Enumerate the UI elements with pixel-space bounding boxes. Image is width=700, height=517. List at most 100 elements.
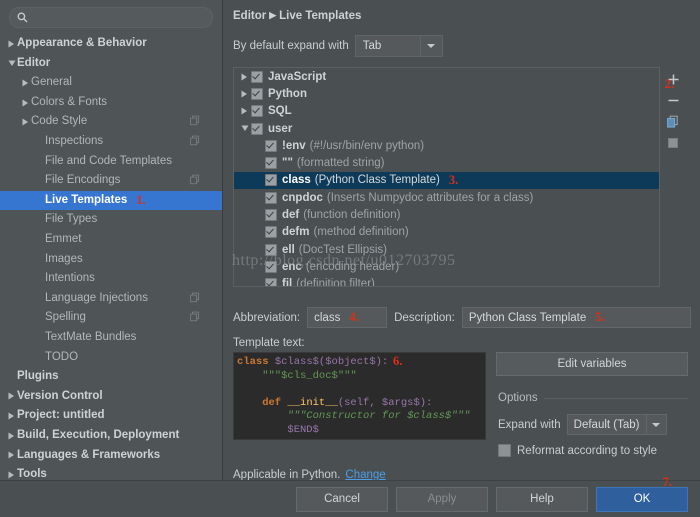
template-enabled-checkbox[interactable] — [265, 157, 277, 169]
chevron-down-icon[interactable] — [420, 36, 442, 56]
template-list-item[interactable]: ell(DocTest Ellipsis) — [234, 241, 659, 258]
sidebar-item-plugins[interactable]: Plugins — [0, 367, 222, 387]
expand-with-select[interactable]: Default (Tab) — [567, 414, 667, 435]
template-group-button[interactable] — [662, 132, 684, 153]
template-enabled-checkbox[interactable] — [265, 192, 277, 204]
template-list-item[interactable]: def(function definition) — [234, 206, 659, 223]
template-editor-row: class $class$($object$): """$cls_doc$"""… — [223, 352, 700, 457]
sidebar-item-label: Colors & Fonts — [31, 97, 107, 109]
edit-variables-label: Edit variables — [557, 358, 626, 370]
template-abbreviation: class — [282, 174, 311, 186]
sidebar-item-language-injections[interactable]: Language Injections — [0, 289, 222, 309]
sidebar-item-inspections[interactable]: Inspections — [0, 132, 222, 152]
template-list-item[interactable]: class(Python Class Template)3. — [234, 172, 659, 189]
sidebar-item-appearance-behavior[interactable]: Appearance & Behavior — [0, 34, 222, 54]
template-description: (formatted string) — [297, 157, 385, 169]
remove-template-button[interactable] — [662, 90, 684, 111]
template-list-item[interactable]: cnpdoc(Inserts Numpydoc attributes for a… — [234, 189, 659, 206]
template-enabled-checkbox[interactable] — [251, 71, 263, 83]
sidebar-item-label: Project: untitled — [17, 410, 105, 422]
sidebar-item-label: Appearance & Behavior — [17, 38, 147, 50]
template-list-item[interactable]: Python — [234, 85, 659, 102]
sidebar-item-project-untitled[interactable]: Project: untitled — [0, 406, 222, 426]
sidebar-item-code-style[interactable]: Code Style — [0, 112, 222, 132]
sidebar-item-file-encodings[interactable]: File Encodings — [0, 171, 222, 191]
sidebar-item-file-and-code-templates[interactable]: File and Code Templates — [0, 152, 222, 172]
templates-toolbar — [660, 67, 686, 287]
tree-spacer — [34, 313, 45, 324]
template-enabled-checkbox[interactable] — [251, 123, 263, 135]
reformat-label: Reformat according to style — [517, 445, 657, 457]
chevron-right-icon — [6, 391, 17, 402]
chevron-right-icon — [6, 450, 17, 461]
default-expand-select[interactable]: Tab — [355, 35, 443, 57]
search-box[interactable] — [9, 7, 213, 28]
step-marker-6: 6. — [393, 355, 402, 369]
sidebar-item-label: File Types — [45, 214, 97, 226]
template-description: (function definition) — [303, 209, 400, 221]
chevron-right-icon — [238, 107, 251, 115]
cancel-button[interactable]: Cancel — [296, 487, 388, 512]
template-enabled-checkbox[interactable] — [265, 174, 277, 186]
sidebar-item-live-templates[interactable]: Live Templates1. — [0, 191, 222, 211]
chevron-down-icon — [6, 58, 17, 69]
template-enabled-checkbox[interactable] — [251, 105, 263, 117]
tree-spacer — [34, 156, 45, 167]
apply-button[interactable]: Apply — [396, 487, 488, 512]
template-list-item[interactable]: !env(#!/usr/bin/env python) — [234, 137, 659, 154]
ok-button[interactable]: OK — [596, 487, 688, 512]
template-list-item[interactable]: ""(formatted string) — [234, 154, 659, 171]
template-enabled-checkbox[interactable] — [251, 88, 263, 100]
default-expand-value: Tab — [356, 40, 389, 52]
copy-settings-icon[interactable] — [190, 312, 200, 325]
template-enabled-checkbox[interactable] — [265, 140, 277, 152]
template-enabled-checkbox[interactable] — [265, 226, 277, 238]
template-text-editor[interactable]: class $class$($object$): """$cls_doc$"""… — [233, 352, 486, 440]
chevron-right-icon — [238, 73, 251, 81]
copy-template-button[interactable] — [662, 111, 684, 132]
copy-settings-icon[interactable] — [190, 174, 200, 187]
template-list-item[interactable]: JavaScript — [234, 68, 659, 85]
expand-with-label: Expand with — [498, 419, 561, 431]
template-abbreviation: ell — [282, 244, 295, 256]
sidebar-item-tools[interactable]: Tools — [0, 465, 222, 480]
description-input[interactable]: Python Class Template 5. — [462, 307, 691, 328]
sidebar-item-images[interactable]: Images — [0, 250, 222, 270]
template-list-item[interactable]: defm(method definition) — [234, 224, 659, 241]
copy-settings-icon[interactable] — [190, 292, 200, 305]
sidebar-item-languages-frameworks[interactable]: Languages & Frameworks — [0, 445, 222, 465]
breadcrumb-root[interactable]: Editor — [233, 10, 266, 22]
sidebar-item-textmate-bundles[interactable]: TextMate Bundles — [0, 328, 222, 348]
help-button[interactable]: Help — [496, 487, 588, 512]
template-enabled-checkbox[interactable] — [265, 244, 277, 256]
sidebar-item-emmet[interactable]: Emmet — [0, 230, 222, 250]
sidebar-item-label: Spelling — [45, 312, 86, 324]
abbreviation-input[interactable]: class 4. — [307, 307, 387, 328]
code-line4-rest: (self, $args$): — [338, 397, 433, 409]
search-input[interactable] — [32, 12, 205, 24]
template-list-item[interactable]: user — [234, 120, 659, 137]
template-enabled-checkbox[interactable] — [265, 209, 277, 221]
sidebar-item-todo[interactable]: TODO — [0, 348, 222, 368]
step-marker-2: 2. — [665, 77, 674, 92]
sidebar-item-build-execution-deployment[interactable]: Build, Execution, Deployment — [0, 426, 222, 446]
sidebar-item-editor[interactable]: Editor — [0, 54, 222, 74]
templates-list[interactable]: JavaScriptPythonSQLuser!env(#!/usr/bin/e… — [233, 67, 660, 287]
chevron-down-icon[interactable] — [646, 415, 666, 434]
sidebar-item-spelling[interactable]: Spelling — [0, 308, 222, 328]
copy-settings-icon[interactable] — [190, 116, 200, 129]
sidebar-item-colors-fonts[interactable]: Colors & Fonts — [0, 93, 222, 113]
template-enabled-checkbox[interactable] — [265, 261, 277, 273]
abbreviation-label: Abbreviation: — [233, 312, 300, 324]
template-list-item[interactable]: SQL — [234, 103, 659, 120]
template-list-item[interactable]: enc(encoding header) — [234, 258, 659, 275]
edit-variables-button[interactable]: Edit variables — [496, 352, 688, 376]
copy-settings-icon[interactable] — [190, 135, 200, 148]
sidebar-item-general[interactable]: General — [0, 73, 222, 93]
reformat-checkbox[interactable] — [498, 444, 511, 457]
chevron-right-icon — [6, 469, 17, 480]
sidebar-item-version-control[interactable]: Version Control — [0, 387, 222, 407]
sidebar-item-intentions[interactable]: Intentions — [0, 269, 222, 289]
reformat-row[interactable]: Reformat according to style — [498, 444, 700, 457]
sidebar-item-file-types[interactable]: File Types — [0, 210, 222, 230]
